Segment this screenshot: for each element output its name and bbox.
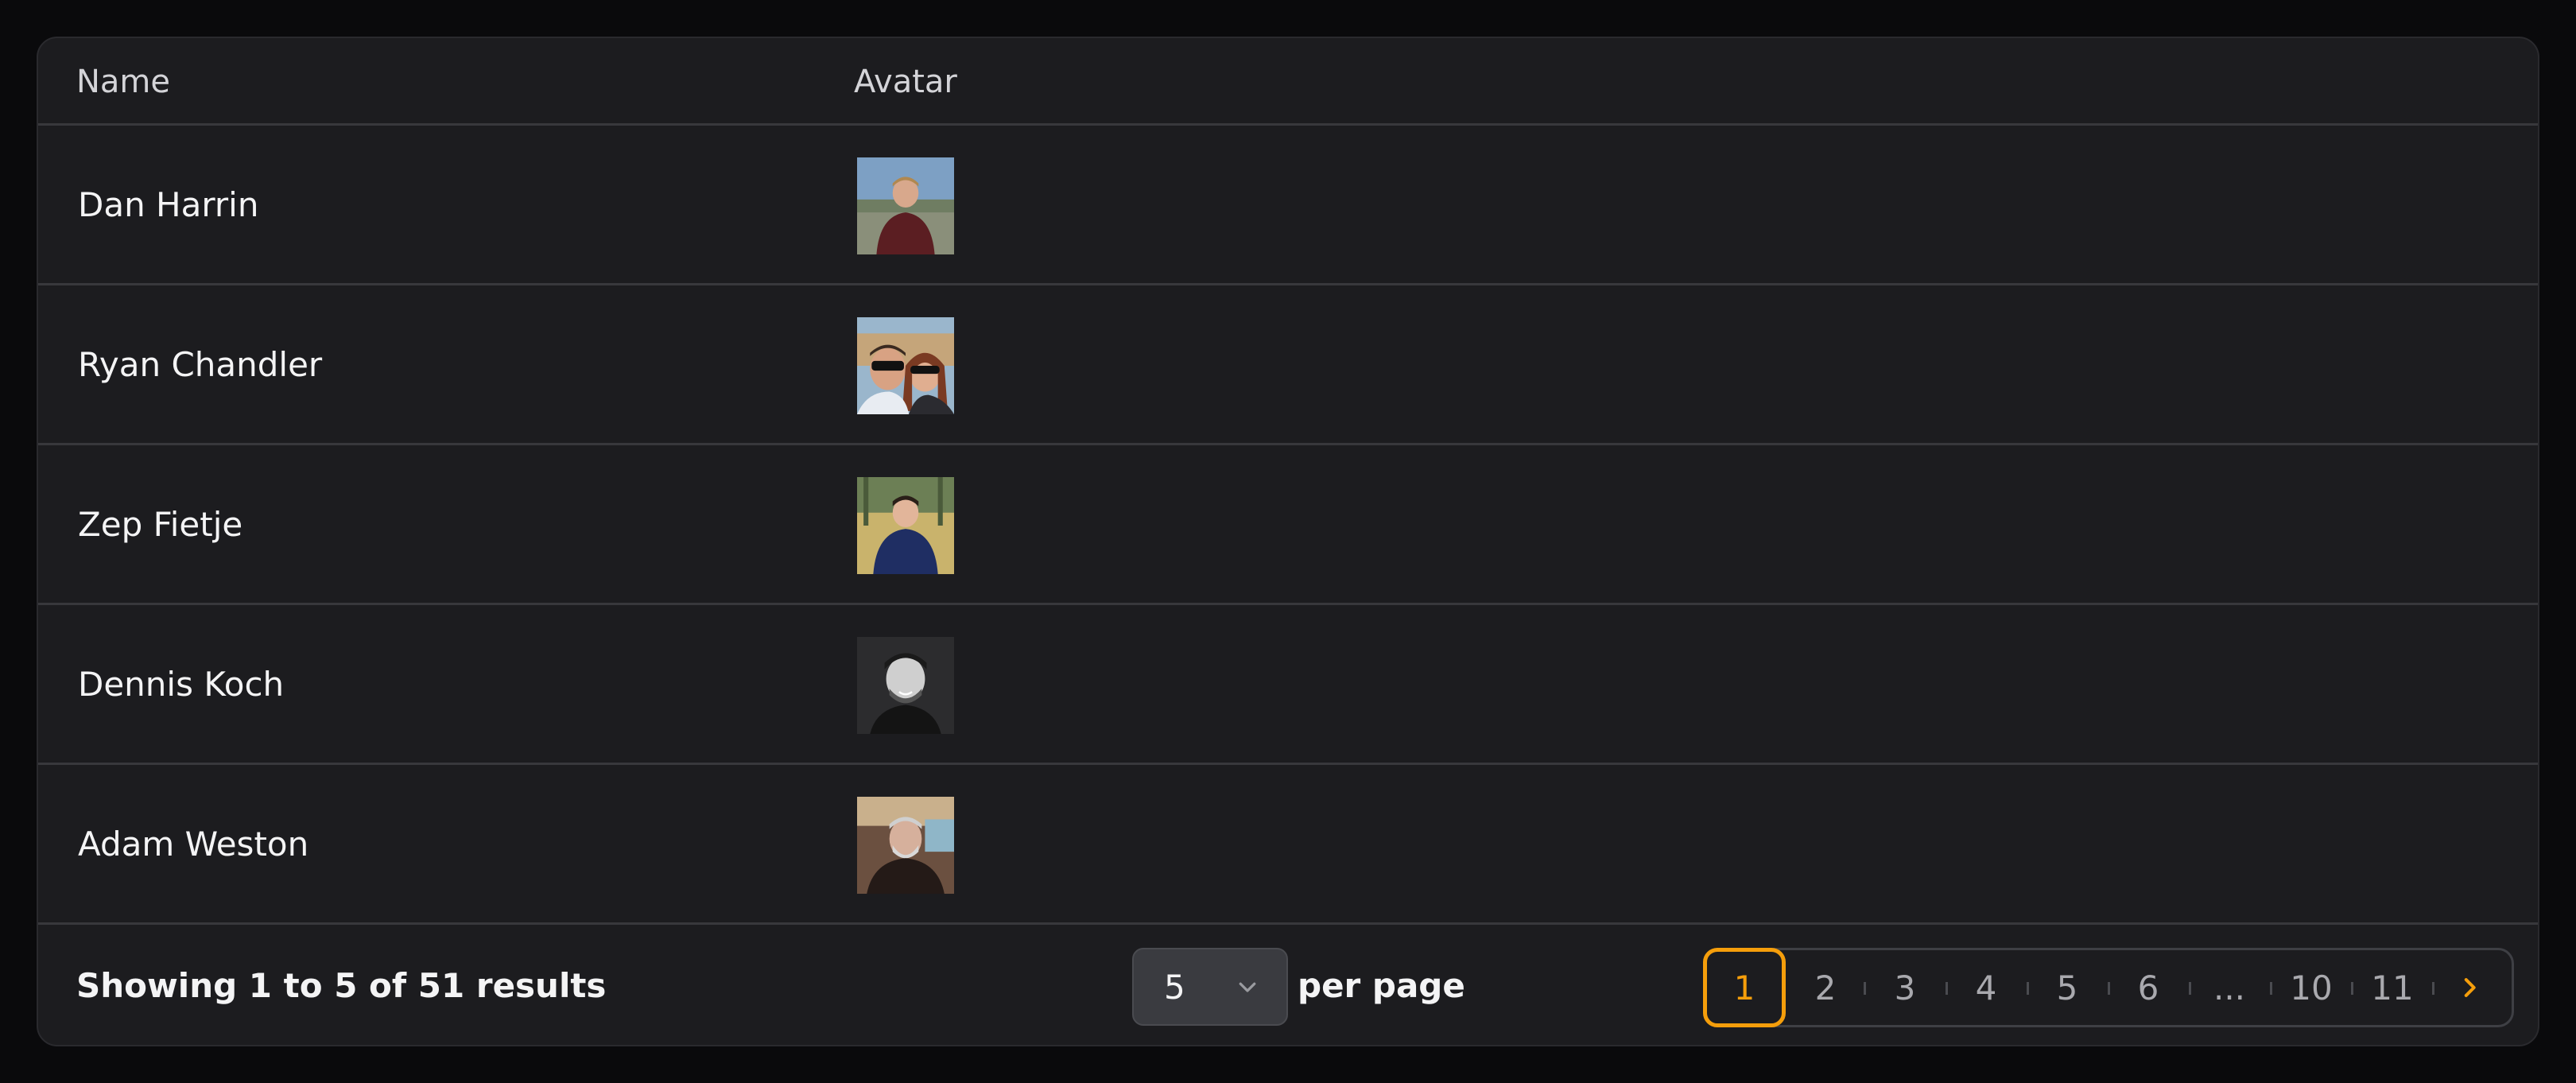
table-row[interactable]: Ryan Chandler xyxy=(38,285,2538,445)
page-separator xyxy=(2189,982,2191,995)
page-separator xyxy=(2108,982,2110,995)
avatar xyxy=(857,157,954,254)
table-row[interactable]: Dennis Koch xyxy=(38,605,2538,765)
row-name: Dan Harrin xyxy=(78,184,259,224)
avatar xyxy=(857,797,954,894)
avatar xyxy=(857,317,954,414)
table-footer: Showing 1 to 5 of 51 results 5 per page … xyxy=(38,924,2538,1045)
results-summary: Showing 1 to 5 of 51 results xyxy=(76,965,607,1005)
avatar xyxy=(857,637,954,734)
per-page-select[interactable]: 5 xyxy=(1132,948,1288,1026)
row-name: Zep Fietje xyxy=(78,504,243,544)
page-button-2[interactable]: 2 xyxy=(1801,950,1850,1025)
per-page-label: per page xyxy=(1298,965,1465,1005)
page-button-11[interactable]: 11 xyxy=(2365,950,2419,1025)
page-separator xyxy=(2027,982,2029,995)
page-separator xyxy=(2270,982,2272,995)
page-button-10[interactable]: 10 xyxy=(2283,950,2340,1025)
page-ellipsis: ... xyxy=(2213,968,2246,1007)
column-header-avatar: Avatar xyxy=(854,64,957,100)
row-name: Dennis Koch xyxy=(78,664,285,704)
page-button-5[interactable]: 5 xyxy=(2043,950,2092,1025)
table-header: Name Avatar xyxy=(38,38,2538,126)
chevron-down-icon xyxy=(1239,982,1256,992)
pagination: 1 2 3 4 5 6 ... 10 11 xyxy=(1703,948,2514,1027)
page-button-6[interactable]: 6 xyxy=(2124,950,2173,1025)
chevron-right-icon[interactable] xyxy=(2456,974,2483,1001)
page-button-1[interactable]: 1 xyxy=(1703,948,1786,1027)
page-separator xyxy=(1946,982,1948,995)
table-row[interactable]: Zep Fietje xyxy=(38,445,2538,605)
users-table: Name Avatar Dan Harrin Ryan Chandler Zep… xyxy=(37,37,2539,1046)
page-button-4[interactable]: 4 xyxy=(1961,950,2011,1025)
avatar xyxy=(857,477,954,574)
table-row[interactable]: Dan Harrin xyxy=(38,126,2538,285)
page-button-3[interactable]: 3 xyxy=(1880,950,1930,1025)
page-separator xyxy=(2432,982,2434,995)
table-row[interactable]: Adam Weston xyxy=(38,765,2538,925)
per-page-value: 5 xyxy=(1164,967,1185,1007)
page-separator xyxy=(1864,982,1866,995)
column-header-name[interactable]: Name xyxy=(76,38,170,126)
row-name: Adam Weston xyxy=(78,824,309,864)
page-separator xyxy=(2351,982,2353,995)
row-name: Ryan Chandler xyxy=(78,344,323,384)
